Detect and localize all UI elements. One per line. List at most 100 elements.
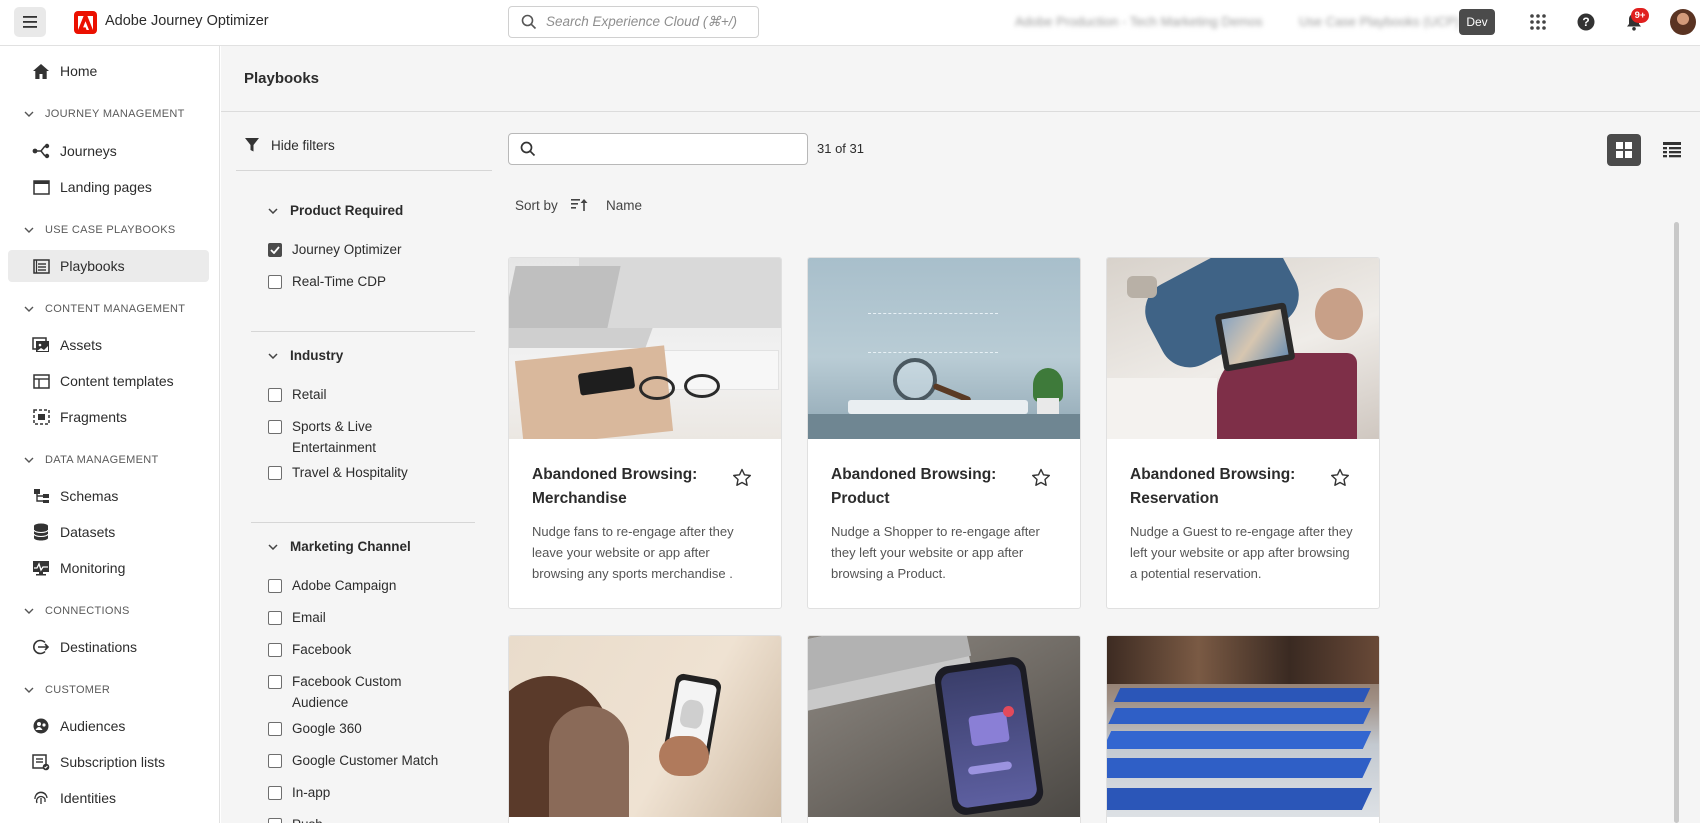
org-switcher[interactable]: Adobe Production - Tech Marketing Demos — [1015, 14, 1263, 29]
playbook-card[interactable]: Abandoned Browsing: Merchandise Nudge fa… — [508, 257, 782, 609]
nav-item-datasets[interactable]: Datasets — [8, 516, 209, 548]
checkbox[interactable] — [268, 754, 282, 768]
filter-option-facebook[interactable]: Facebook — [268, 639, 422, 660]
checkbox[interactable] — [268, 675, 282, 689]
playbook-card[interactable] — [508, 635, 782, 823]
card-title: Abandoned Browsing: Reservation — [1130, 466, 1296, 507]
hide-filters-button[interactable]: Hide filters — [244, 136, 335, 154]
star-icon[interactable] — [1329, 466, 1351, 488]
filter-heading-industry[interactable]: Industry — [268, 348, 343, 363]
nav-item-identities[interactable]: Identities — [8, 782, 209, 814]
star-icon[interactable] — [1030, 466, 1052, 488]
chevron-down-icon — [24, 605, 36, 617]
star-icon[interactable] — [731, 466, 753, 488]
avatar[interactable] — [1670, 9, 1696, 35]
sort-icon[interactable] — [571, 198, 589, 214]
schema-icon — [31, 486, 51, 506]
playbook-card[interactable]: Abandoned Browsing: Reservation Nudge a … — [1106, 257, 1380, 609]
nav-item-content-templates[interactable]: Content templates — [8, 365, 209, 397]
scrollbar-thumb[interactable] — [1674, 222, 1679, 823]
checkbox[interactable] — [268, 722, 282, 736]
chevron-down-icon — [24, 684, 36, 696]
filter-option-label: Facebook Custom Audience — [292, 674, 402, 710]
filter-option-facebook-custom-audience[interactable]: Facebook Custom Audience — [268, 671, 407, 713]
checkbox[interactable] — [268, 579, 282, 593]
card-image-person-with-tablet — [1107, 258, 1379, 439]
nav-item-schemas[interactable]: Schemas — [8, 480, 209, 512]
checkbox[interactable] — [268, 818, 282, 823]
chevron-down-icon — [268, 350, 280, 362]
menu-icon — [23, 16, 37, 28]
sandbox-switcher[interactable]: Use Case Playbooks (UCP) — [1299, 14, 1459, 29]
filter-heading-marketing-channel[interactable]: Marketing Channel — [268, 539, 411, 554]
filter-option-push[interactable]: Push — [268, 814, 422, 823]
checkbox[interactable] — [268, 643, 282, 657]
playbook-card[interactable] — [807, 635, 1081, 823]
nav-section-data-management[interactable]: DATA MANAGEMENT — [24, 450, 159, 470]
search-icon — [521, 14, 537, 30]
nav-item-journeys[interactable]: Journeys — [8, 135, 209, 167]
landing-page-icon — [31, 177, 51, 197]
divider — [251, 331, 475, 332]
filter-heading-product-required[interactable]: Product Required — [268, 203, 403, 218]
checkbox[interactable] — [268, 611, 282, 625]
playbook-card[interactable]: Abandoned Browsing: Product Nudge a Shop… — [807, 257, 1081, 609]
global-search-input[interactable]: Search Experience Cloud (⌘+/) — [508, 6, 759, 38]
list-view-button[interactable] — [1655, 134, 1689, 166]
grid-view-button[interactable] — [1607, 134, 1641, 166]
help-icon[interactable]: ? — [1575, 11, 1597, 33]
menu-button[interactable] — [14, 7, 46, 37]
adobe-logo-icon[interactable] — [74, 11, 97, 34]
template-icon — [31, 371, 51, 391]
nav-item-playbooks[interactable]: Playbooks — [8, 250, 209, 282]
filter-option-google-customer-match[interactable]: Google Customer Match — [268, 750, 452, 771]
nav-item-fragments[interactable]: Fragments — [8, 401, 209, 433]
nav-label: Audiences — [60, 718, 126, 734]
nav-item-monitoring[interactable]: Monitoring — [8, 552, 209, 584]
nav-section-connections[interactable]: CONNECTIONS — [24, 601, 130, 621]
playbook-search-input[interactable] — [508, 133, 808, 165]
scrollbar[interactable] — [1672, 214, 1682, 823]
nav-item-audiences[interactable]: Audiences — [8, 710, 209, 742]
card-image-phone-sneaker — [509, 636, 781, 817]
checkbox[interactable] — [268, 275, 282, 289]
nav-item-home[interactable]: Home — [8, 55, 209, 87]
apps-grid-icon[interactable] — [1527, 11, 1549, 33]
filter-option-adobe-campaign[interactable]: Adobe Campaign — [268, 575, 422, 596]
filter-option-google-360[interactable]: Google 360 — [268, 718, 422, 739]
nav-item-subscription-lists[interactable]: Subscription lists — [8, 746, 209, 778]
section-label: CONNECTIONS — [45, 605, 130, 617]
chevron-down-icon — [24, 224, 36, 236]
nav-item-landing-pages[interactable]: Landing pages — [8, 171, 209, 203]
nav-section-customer[interactable]: CUSTOMER — [24, 680, 110, 700]
environment-badge[interactable]: Dev — [1459, 9, 1495, 35]
filter-option-journey-optimizer[interactable]: Journey Optimizer — [268, 239, 422, 260]
filter-option-retail[interactable]: Retail — [268, 384, 422, 405]
nav-label: Assets — [60, 337, 103, 353]
nav-label: Subscription lists — [60, 754, 166, 770]
app-title[interactable]: Adobe Journey Optimizer — [105, 13, 269, 29]
checkbox[interactable] — [268, 420, 282, 434]
checkbox[interactable] — [268, 786, 282, 800]
filter-option-in-app[interactable]: In-app — [268, 782, 422, 803]
checkbox-checked[interactable] — [268, 243, 282, 257]
card-image-phone-cart — [808, 636, 1080, 817]
playbook-card[interactable] — [1106, 635, 1380, 823]
card-image-magnifier-keyboard — [808, 258, 1080, 439]
filter-option-email[interactable]: Email — [268, 607, 422, 628]
section-label: DATA MANAGEMENT — [45, 454, 159, 466]
nav-item-destinations[interactable]: Destinations — [8, 631, 209, 663]
filter-option-label: Facebook — [292, 642, 352, 657]
filter-option-real-time-cdp[interactable]: Real-Time CDP — [268, 271, 422, 292]
nav-item-assets[interactable]: Assets — [8, 329, 209, 361]
divider — [236, 170, 492, 171]
nav-section-content-management[interactable]: CONTENT MANAGEMENT — [24, 299, 185, 319]
nav-section-journey-management[interactable]: JOURNEY MANAGEMENT — [24, 104, 185, 124]
nav-section-use-case-playbooks[interactable]: USE CASE PLAYBOOKS — [24, 220, 176, 240]
checkbox[interactable] — [268, 466, 282, 480]
filter-option-sports-live-entertainment[interactable]: Sports & Live Entertainment — [268, 416, 387, 458]
sort-field-select[interactable]: Name — [606, 198, 642, 213]
filter-option-label: Journey Optimizer — [292, 242, 402, 257]
checkbox[interactable] — [268, 388, 282, 402]
filter-option-travel-hospitality[interactable]: Travel & Hospitality — [268, 462, 422, 483]
